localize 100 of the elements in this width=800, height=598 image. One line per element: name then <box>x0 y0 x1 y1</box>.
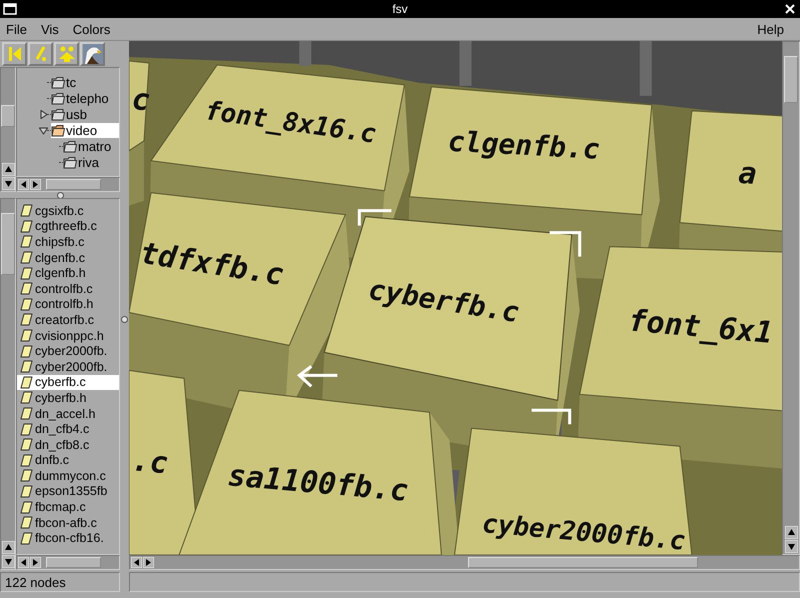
scroll-left-button[interactable] <box>131 557 142 568</box>
scroll-left-button[interactable] <box>18 557 29 568</box>
list-entry[interactable]: cyber2000fb. <box>17 358 119 375</box>
file-icon <box>20 344 33 358</box>
list-entry[interactable]: controlfb.c <box>17 280 119 297</box>
list-entry[interactable]: cyberfb.h <box>17 390 119 406</box>
folder-icon <box>51 124 65 136</box>
list-entry[interactable]: dn_accel.h <box>17 406 119 422</box>
scroll-up-button[interactable] <box>784 526 798 539</box>
file-icon <box>20 532 33 545</box>
tree-item[interactable]: riva <box>63 154 103 170</box>
menu-item[interactable]: Colors <box>70 22 116 36</box>
file-icon <box>20 438 33 452</box>
block-label: c <box>130 82 152 118</box>
file-icon <box>20 422 33 436</box>
scroll-thumb[interactable] <box>1 104 15 126</box>
tree-item[interactable]: usb <box>51 106 91 122</box>
list-entry[interactable]: clgenfb.h <box>17 265 119 281</box>
scroll-thumb[interactable] <box>1 213 15 275</box>
list-entry[interactable]: dn_cfb4.c <box>17 421 119 437</box>
list-entry[interactable]: fbcon-afb.c <box>17 514 119 530</box>
scroll-down-button[interactable] <box>2 177 14 190</box>
file-icon <box>20 484 33 498</box>
scroll-up-button[interactable] <box>2 541 14 554</box>
file-icon <box>20 454 33 467</box>
folder-icon <box>51 76 65 88</box>
cd-up-button[interactable] <box>28 42 53 66</box>
file-icon <box>20 329 33 342</box>
list-entry[interactable]: cgthreefb.c <box>17 218 119 234</box>
block-label: .c <box>130 443 170 482</box>
close-icon[interactable] <box>784 3 796 15</box>
scroll-up-button[interactable] <box>2 163 14 176</box>
file-icon <box>20 407 33 420</box>
expand-icon[interactable] <box>39 110 48 119</box>
file-icon <box>20 500 33 514</box>
scrollbar[interactable] <box>782 41 800 555</box>
list-entry[interactable]: fbcmap.c <box>17 499 119 515</box>
file-icon <box>20 235 33 248</box>
scroll-right-button[interactable] <box>143 557 154 568</box>
pane-handle[interactable] <box>121 316 128 323</box>
file-icon <box>20 360 33 374</box>
scrollbar[interactable] <box>0 67 16 192</box>
file-icon <box>20 220 33 233</box>
back-button[interactable] <box>2 42 27 66</box>
scroll-thumb[interactable] <box>46 179 101 190</box>
block-label: sa1100fb.c <box>226 458 410 509</box>
scrollbar[interactable] <box>0 198 16 570</box>
block-label: a <box>737 156 758 192</box>
list-entry[interactable]: dummycon.c <box>17 468 119 484</box>
menu-item[interactable]: Help <box>755 22 790 36</box>
tree-item[interactable]: tc <box>51 74 80 90</box>
file-icon <box>20 282 33 296</box>
up-arrow-icon <box>58 45 76 63</box>
list-entry[interactable]: epson1355fb <box>17 484 119 500</box>
folder-icon <box>63 140 77 152</box>
menu-item[interactable]: File <box>4 22 33 36</box>
folder-icon <box>51 108 65 120</box>
scrollbar[interactable] <box>129 555 800 570</box>
birdseye-button[interactable] <box>80 42 105 66</box>
menu-item[interactable]: Vis <box>38 22 65 36</box>
file-blocks-drawing[interactable]: c font_8x16.c clgenfb.c a tdfxfb.c cyberfb.c font_6x1 .c sa1100fb.c cyber2000fb.c <box>129 41 782 555</box>
scroll-thumb[interactable] <box>46 557 101 568</box>
list-entry[interactable]: fbcon-cfb16. <box>17 530 119 546</box>
list-entry[interactable]: cgsixfb.c <box>17 203 119 219</box>
window-menu-icon[interactable] <box>3 3 17 15</box>
scroll-thumb[interactable] <box>468 557 698 568</box>
list-entry[interactable]: cvisionppc.h <box>17 328 119 344</box>
scroll-left-button[interactable] <box>18 179 29 190</box>
scroll-thumb[interactable] <box>784 56 798 103</box>
scroll-right-button[interactable] <box>30 179 41 190</box>
list-entry[interactable]: cyber2000fb. <box>17 343 119 359</box>
window-title: fsv <box>392 2 408 16</box>
file-icon <box>20 469 33 482</box>
block-label: font_8x16.c <box>203 96 378 150</box>
list-entry[interactable]: dn_cfb8.c <box>17 436 119 452</box>
file-icon <box>20 391 33 404</box>
scroll-right-button[interactable] <box>30 557 41 568</box>
collapse-icon[interactable] <box>39 126 48 135</box>
list-entry[interactable]: clgenfb.c <box>17 250 119 266</box>
list-entry[interactable]: creatorfb.c <box>17 312 119 328</box>
file-icon <box>20 204 33 218</box>
file-icon <box>20 313 33 326</box>
folder-icon <box>63 156 77 168</box>
scroll-down-button[interactable] <box>784 540 798 553</box>
file-icon <box>20 376 33 389</box>
scrollbar[interactable] <box>16 177 120 192</box>
list-entry[interactable]: chipsfb.c <box>17 234 119 250</box>
block-label: cyber2000fb.c <box>480 509 686 555</box>
eagle-icon <box>82 44 102 64</box>
tree-item[interactable]: matro <box>63 138 116 154</box>
list-entry[interactable]: dnfb.c <box>17 452 119 468</box>
tree-item[interactable]: video <box>51 122 119 138</box>
block-label: tdfxfb.c <box>138 236 286 293</box>
scrollbar[interactable] <box>16 555 120 570</box>
file-icon <box>20 266 33 280</box>
block-label: font_6x1 <box>627 304 774 351</box>
scroll-down-button[interactable] <box>2 555 14 568</box>
tree-item[interactable]: telepho <box>51 90 113 106</box>
list-entry[interactable]: controlfb.h <box>17 296 119 312</box>
list-entry[interactable]: cyberfb.c <box>17 374 119 390</box>
